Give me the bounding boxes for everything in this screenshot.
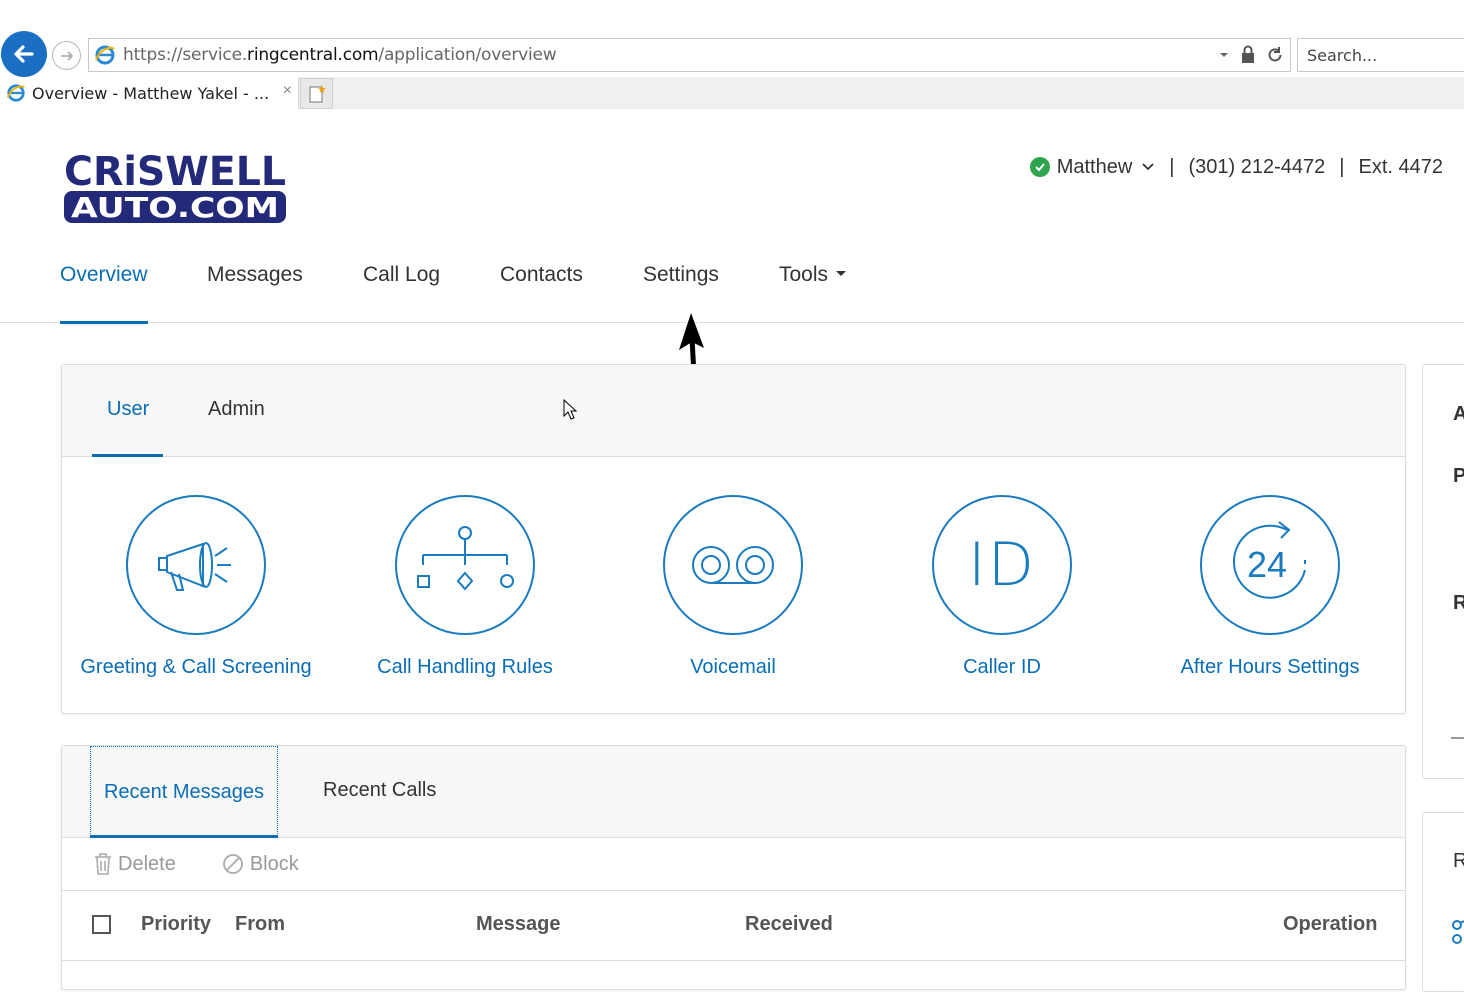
feature-label: Call Handling Rules xyxy=(377,656,553,678)
side-card-1: A P R xyxy=(1422,364,1464,779)
nav-overview[interactable]: Overview xyxy=(60,263,148,324)
nav-active-indicator xyxy=(60,321,148,324)
settings-panel: User Admin Greeting & Call Screening Cal… xyxy=(61,364,1406,714)
side-card-heading: R xyxy=(1453,592,1464,615)
trash-icon xyxy=(95,853,111,875)
lock-icon[interactable] xyxy=(1240,45,1256,65)
feature-call-handling-rules[interactable]: Call Handling Rules xyxy=(331,495,599,679)
tab-strip: Overview - Matthew Yakel - ... × xyxy=(0,77,1464,109)
separator: | xyxy=(1339,155,1345,178)
logo-line2: AUTO.COM xyxy=(71,191,279,224)
new-tab-button[interactable] xyxy=(300,78,333,109)
feature-label: Caller ID xyxy=(963,656,1041,678)
chevron-down-icon xyxy=(1142,163,1154,171)
select-all-checkbox[interactable] xyxy=(92,915,111,934)
column-received[interactable]: Received xyxy=(745,913,833,936)
status-available-icon xyxy=(1029,157,1050,177)
tab-admin[interactable]: Admin xyxy=(208,398,265,421)
back-arrow-icon xyxy=(14,45,34,63)
megaphone-icon xyxy=(158,542,231,591)
mouse-cursor-icon xyxy=(563,399,578,420)
column-priority[interactable]: Priority xyxy=(141,913,211,936)
divider xyxy=(1451,737,1464,739)
feature-after-hours-settings[interactable]: 24 After Hours Settings xyxy=(1136,495,1404,679)
messages-toolbar: Delete Block xyxy=(62,838,1405,891)
user-name-dropdown[interactable]: Matthew xyxy=(1057,156,1156,179)
user-name: Matthew xyxy=(1056,155,1133,178)
svg-text:24: 24 xyxy=(1247,544,1287,585)
feature-label: After Hours Settings xyxy=(1180,656,1360,678)
phone-number: (301) 212-4472 xyxy=(1188,155,1326,178)
new-tab-icon xyxy=(309,84,326,102)
feature-label: Voicemail xyxy=(690,656,776,678)
clock-24-icon: 24 xyxy=(1232,521,1306,599)
column-message[interactable]: Message xyxy=(476,913,561,936)
nav-contacts[interactable]: Contacts xyxy=(500,263,583,323)
forward-arrow-icon xyxy=(60,50,73,61)
browser-tab[interactable]: Overview - Matthew Yakel - ... × xyxy=(0,77,299,109)
feature-caller-id[interactable]: ID Caller ID xyxy=(868,495,1136,679)
dropdown-arrow-icon[interactable] xyxy=(1218,49,1230,61)
side-card-2: R xyxy=(1422,812,1464,992)
browser-chrome: https://service.ringcentral.com/applicat… xyxy=(0,0,1464,109)
tab-close-icon[interactable]: × xyxy=(283,82,292,100)
messages-panel: Recent Messages Recent Calls Delete Bloc… xyxy=(61,745,1406,990)
browser-search-input[interactable]: Search... xyxy=(1297,38,1464,72)
main-nav: Overview Messages Call Log Contacts Sett… xyxy=(0,250,1464,324)
tab-user[interactable]: User xyxy=(107,398,149,421)
logo-line1: CRiSWELL xyxy=(64,149,286,195)
delete-button[interactable]: Delete xyxy=(94,853,176,876)
address-bar[interactable]: https://service.ringcentral.com/applicat… xyxy=(88,38,1291,72)
tab-recent-calls[interactable]: Recent Calls xyxy=(323,779,436,802)
call-flow-icon xyxy=(417,526,514,591)
back-button[interactable] xyxy=(1,31,47,77)
column-operation: Operation xyxy=(1283,913,1378,935)
messages-table-header: Priority From Message Received Operation xyxy=(62,891,1405,961)
messages-tabs: Recent Messages Recent Calls xyxy=(62,746,1405,838)
voicemail-icon xyxy=(692,546,774,584)
network-icon xyxy=(1452,920,1464,944)
tab-title: Overview - Matthew Yakel - ... xyxy=(32,83,270,103)
caller-id-icon: ID xyxy=(968,530,1036,600)
column-from[interactable]: From xyxy=(235,913,285,936)
side-card-title: R xyxy=(1453,850,1464,873)
settings-subtabs: User Admin xyxy=(62,365,1405,457)
block-icon xyxy=(222,854,243,874)
block-button[interactable]: Block xyxy=(222,853,299,876)
feature-voicemail[interactable]: Voicemail xyxy=(599,495,867,679)
side-card-heading: P xyxy=(1453,465,1464,488)
forward-button[interactable] xyxy=(52,41,81,70)
ie-logo-icon xyxy=(95,45,115,65)
criswell-logo[interactable]: CRiSWELL AUTO.COM xyxy=(62,147,288,225)
side-card-title: A xyxy=(1453,403,1464,426)
search-placeholder: Search... xyxy=(1307,45,1378,65)
refresh-icon[interactable] xyxy=(1266,46,1284,64)
nav-call-log[interactable]: Call Log xyxy=(363,263,440,323)
extension: Ext. 4472 xyxy=(1358,155,1443,178)
feature-greeting-call-screening[interactable]: Greeting & Call Screening xyxy=(62,495,330,679)
feature-label: Greeting & Call Screening xyxy=(80,656,312,678)
url-text[interactable]: https://service.ringcentral.com/applicat… xyxy=(123,45,557,65)
subtab-active-indicator xyxy=(92,454,163,457)
caret-down-icon xyxy=(836,270,847,276)
separator: | xyxy=(1169,155,1175,178)
nav-messages[interactable]: Messages xyxy=(207,263,303,323)
user-info: Matthew | (301) 212-4472 | Ext. 4472 xyxy=(1029,154,1443,180)
tab-recent-messages[interactable]: Recent Messages xyxy=(90,746,278,838)
ie-tab-icon xyxy=(6,84,25,102)
nav-tools[interactable]: Tools xyxy=(779,263,847,323)
